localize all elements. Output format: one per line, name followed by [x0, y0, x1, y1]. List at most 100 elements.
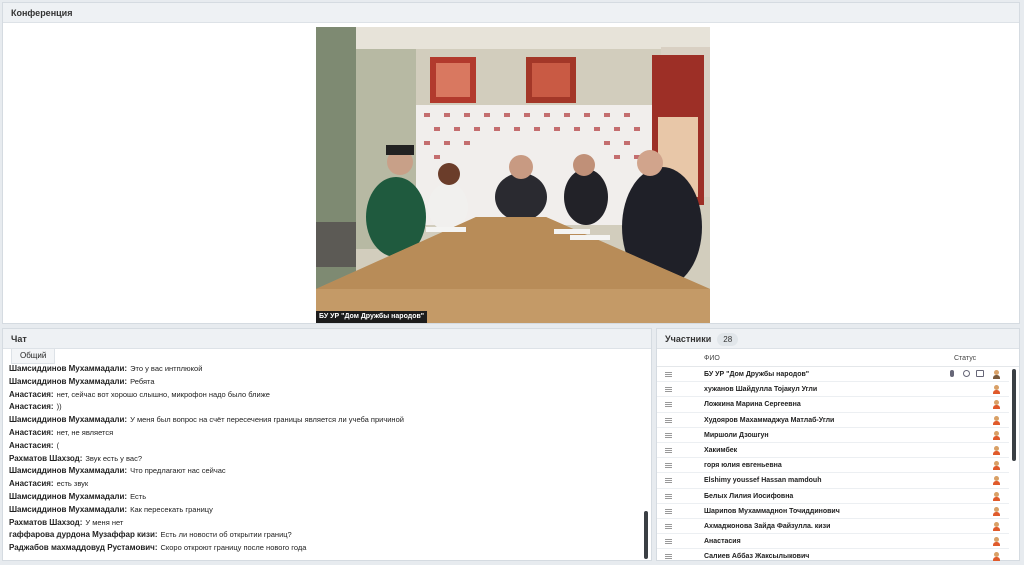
- participant-row[interactable]: БУ УР "Дом Дружбы народов": [657, 367, 1009, 383]
- user-avatar-icon: [992, 430, 1001, 441]
- screen-icon[interactable]: [976, 370, 984, 377]
- chat-message: Анастасия:(: [9, 440, 637, 453]
- message-author: Шамсиддинов Мухаммадали:: [9, 466, 128, 476]
- chat-message: гаффарова дурдона Музаффар кизи: Есть ли …: [9, 529, 637, 542]
- message-text: Что предлагают нас сейчас: [130, 466, 226, 476]
- drag-handle-icon[interactable]: [665, 478, 672, 484]
- message-text: Есть: [130, 491, 147, 501]
- tab-general[interactable]: Общий: [11, 349, 56, 364]
- participants-table-header: ФИО Статус: [657, 351, 1019, 367]
- participant-name: хужанов Шайдулла Тоjакул Угли: [704, 386, 818, 394]
- participant-row[interactable]: Миршоли Дзошгун: [657, 428, 1009, 443]
- participant-row[interactable]: Ложкина Марина Сергеевна: [657, 397, 1009, 413]
- drag-handle-icon[interactable]: [665, 524, 672, 529]
- drag-handle-icon[interactable]: [665, 508, 672, 514]
- message-author: Раджабов махмаддовуд Рустамович:: [9, 543, 158, 553]
- user-avatar-icon: [992, 476, 1001, 486]
- conference-panel: Конференция БУ УР "Дом Дружбы народов": [2, 2, 1020, 324]
- participant-row[interactable]: Анастасия: [657, 534, 1009, 550]
- user-avatar-icon: [992, 522, 1001, 532]
- participant-row[interactable]: Ахмаджонова Зайда Файзулла. кизи: [657, 519, 1009, 535]
- user-avatar-icon: [992, 370, 1001, 380]
- user-avatar-icon: [992, 537, 1001, 547]
- video-frame-image: [316, 27, 710, 323]
- message-text: нет, сейчас вот хорошо слышно, микрофон …: [56, 389, 270, 399]
- participant-row[interactable]: Худояров Махаммаджуа Матлаб-Угли: [657, 413, 1009, 428]
- message-text: У меня был вопрос на счёт пересечения гр…: [130, 415, 404, 425]
- message-author: Анастасия:: [9, 389, 54, 399]
- participant-name: Белых Лилия Иосифовна: [704, 492, 794, 500]
- drag-handle-icon[interactable]: [665, 539, 672, 545]
- participant-name: Шарипов Мухаммаднон Точиддинович: [704, 507, 840, 515]
- message-text: )): [56, 402, 62, 412]
- video-caption: БУ УР "Дом Дружбы народов": [316, 311, 428, 323]
- chat-message: Шамсиддинов Мухаммадали: Есть: [9, 491, 637, 504]
- participant-name: БУ УР "Дом Дружбы народов": [704, 371, 810, 378]
- drag-handle-icon[interactable]: [665, 432, 672, 438]
- message-text: Как пересекать границу: [130, 504, 213, 514]
- message-text: Ребята: [130, 376, 155, 386]
- participant-row[interactable]: хужанов Шайдулла Тоjакул Угли: [657, 382, 1009, 398]
- drag-handle-icon[interactable]: [665, 372, 672, 377]
- chat-message-list[interactable]: Шамсиддинов Мухаммадали: Это у вас интплю…: [9, 363, 637, 558]
- participant-row[interactable]: Elshimy youssef Hassan mamdouh: [657, 473, 1009, 489]
- participants-panel: Участники 28 ФИО Статус БУ УР "Дом Дружбы…: [656, 328, 1020, 564]
- chat-message: Шамсиддинов Мухаммадали: У меня был вопро…: [9, 414, 637, 427]
- message-author: Шамсиддинов Мухаммадали:: [9, 364, 128, 373]
- participant-row[interactable]: Белых Лилия Иосифовна: [657, 489, 1009, 504]
- conference-title: Конференция: [3, 3, 1019, 23]
- column-name-header[interactable]: ФИО: [704, 355, 720, 362]
- participant-name: Миршоли Дзошгун: [704, 431, 769, 439]
- video-stream[interactable]: БУ УР "Дом Дружбы народов": [316, 27, 710, 323]
- drag-handle-icon[interactable]: [665, 493, 672, 499]
- message-text: Это у вас интплюкой: [130, 364, 203, 373]
- message-author: Шамсиддинов Мухаммадали:: [9, 504, 128, 514]
- camera-icon[interactable]: [963, 370, 970, 377]
- user-avatar-icon: [992, 400, 1001, 410]
- drag-handle-icon[interactable]: [665, 417, 672, 423]
- chat-message: Анастасия:)): [9, 401, 637, 414]
- drag-handle-icon[interactable]: [665, 448, 672, 453]
- message-text: Есть ли новости об открытии границ?: [160, 530, 292, 540]
- message-text: нет, не является: [56, 427, 114, 437]
- message-author: Рахматов Шахзод:: [9, 517, 83, 527]
- message-author: Анастасия:: [9, 440, 54, 450]
- message-author: Шамсиддинов Мухаммадали:: [9, 491, 128, 501]
- participants-count-badge: 28: [717, 333, 739, 346]
- chat-message: Анастасия: нет, сейчас вот хорошо слышно,…: [9, 389, 637, 402]
- chat-message: Рахматов Шахзод: У меня нет: [9, 517, 637, 530]
- message-text: Скоро откроют границу после нового года: [160, 543, 307, 553]
- participant-name: Хакимбек: [704, 447, 738, 454]
- message-text: Звук есть у вас?: [85, 453, 143, 463]
- participants-scrollbar[interactable]: [1012, 369, 1016, 461]
- message-author: Шамсиддинов Мухаммадали:: [9, 376, 128, 386]
- column-status-header[interactable]: Статус: [954, 355, 976, 362]
- chat-message: Шамсиддинов Мухаммадали: Что предлагают н…: [9, 465, 637, 478]
- participant-row[interactable]: горя юлия евгеньевна: [657, 458, 1009, 474]
- drag-handle-icon[interactable]: [665, 463, 672, 469]
- participant-name: Анастасия: [704, 538, 741, 546]
- message-text: (: [56, 440, 60, 450]
- drag-handle-icon[interactable]: [665, 402, 672, 408]
- drag-handle-icon[interactable]: [665, 554, 672, 560]
- participant-name: Ложкина Марина Сергеевна: [704, 401, 801, 409]
- participant-row[interactable]: Хакимбек: [657, 443, 1009, 459]
- user-avatar-icon: [992, 461, 1001, 471]
- chat-message: Рахматов Шахзод: Звук есть у вас?: [9, 453, 637, 466]
- chat-message: Шамсиддинов Мухаммадали: Ребята: [9, 376, 637, 389]
- user-avatar-icon: [992, 415, 1001, 426]
- participant-name: Ахмаджонова Зайда Файзулла. кизи: [704, 523, 831, 530]
- mic-icon[interactable]: [950, 370, 954, 377]
- participant-name: Elshimy youssef Hassan mamdouh: [704, 477, 822, 485]
- chat-scrollbar[interactable]: [644, 511, 648, 559]
- participant-row[interactable]: Шарипов Мухаммаднон Точиддинович: [657, 504, 1009, 519]
- message-author: Рахматов Шахзод:: [9, 453, 83, 463]
- user-avatar-icon: [992, 446, 1001, 456]
- participant-row[interactable]: Салиев Аббаз Жаксылыкович: [657, 549, 1009, 564]
- chat-panel: Чат Общий Шамсиддинов Мухаммадали: Это у …: [2, 328, 652, 561]
- user-avatar-icon: [992, 491, 1001, 502]
- participant-name: Худояров Махаммаджуа Матлаб-Угли: [704, 416, 835, 424]
- drag-handle-icon[interactable]: [665, 387, 672, 393]
- message-author: Анастасия:: [9, 427, 54, 437]
- message-text: У меня нет: [85, 517, 124, 527]
